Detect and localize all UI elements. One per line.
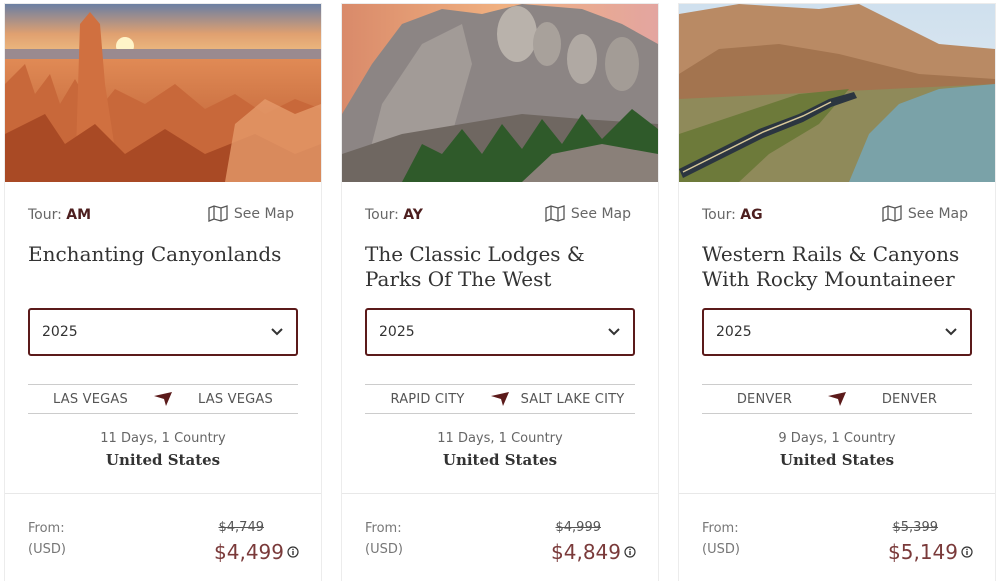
current-price: $4,849 [551,540,636,564]
trip-country: United States [779,451,895,469]
currency-label: (USD) [365,542,403,557]
current-price: $4,499 [214,540,299,564]
year-select-value: 2025 [379,324,415,340]
see-map-label: See Map [570,205,631,222]
see-map-label: See Map [233,205,294,222]
year-select-value: 2025 [42,324,78,340]
price-value: $4,849 [551,540,621,564]
year-select[interactable]: 2025 [28,308,298,356]
currency-label: (USD) [702,542,740,557]
old-price: $4,999 [555,520,602,535]
divider [342,493,658,494]
tour-card-ay[interactable]: Tour: AY See Map The Classic Lodges & Pa… [341,3,659,581]
currency-label: (USD) [28,542,66,557]
route-bar: DENVER DENVER [702,384,972,414]
tour-card-am[interactable]: Tour: AM See Map Enchanting Canyonlands … [4,3,322,581]
from-label: From: [702,521,739,536]
end-city: DENVER [881,391,938,407]
price-value: $4,499 [214,540,284,564]
map-icon [882,205,902,222]
divider [5,493,321,494]
tour-code: AM [66,207,92,223]
tour-title[interactable]: Enchanting Canyonlands [28,242,303,267]
chevron-down-icon [945,328,957,336]
trip-country: United States [442,451,558,469]
see-map-link[interactable]: See Map [545,205,631,222]
end-city: SALT LAKE CITY [520,391,625,407]
start-city: RAPID CITY [390,391,465,407]
route-bar: LAS VEGAS LAS VEGAS [28,384,298,414]
trip-duration: 9 Days, 1 Country [778,431,896,446]
trip-duration: 11 Days, 1 Country [437,431,563,446]
chevron-down-icon [271,328,283,336]
trip-duration: 11 Days, 1 Country [100,431,226,446]
map-icon [545,205,565,222]
plane-arrow-icon [828,392,846,406]
year-select[interactable]: 2025 [702,308,972,356]
see-map-label: See Map [907,205,968,222]
map-icon [208,205,228,222]
tour-title[interactable]: Western Rails & Canyons With Rocky Mount… [702,242,977,292]
tour-prefix: Tour: [365,207,404,223]
tour-code-line: Tour: AG [702,207,763,223]
tour-code-line: Tour: AM [28,207,91,223]
tour-photo-rushmore[interactable] [342,4,658,182]
tour-photo-canyonlands[interactable] [5,4,321,182]
start-city: LAS VEGAS [53,391,128,407]
see-map-link[interactable]: See Map [208,205,294,222]
year-select-value: 2025 [716,324,752,340]
tour-title[interactable]: The Classic Lodges & Parks Of The West [365,242,640,292]
tour-prefix: Tour: [28,207,67,223]
from-label: From: [365,521,402,536]
info-icon[interactable] [624,546,636,558]
from-label: From: [28,521,65,536]
chevron-down-icon [608,328,620,336]
tour-code: AG [740,207,763,223]
price-value: $5,149 [888,540,958,564]
tour-card-ag[interactable]: Tour: AG See Map Western Rails & Canyons… [678,3,996,581]
trip-country: United States [105,451,221,469]
year-select[interactable]: 2025 [365,308,635,356]
old-price: $4,749 [218,520,265,535]
divider [679,493,995,494]
old-price: $5,399 [892,520,939,535]
start-city: DENVER [736,391,793,407]
tour-photo-rails[interactable] [679,4,995,182]
tour-code: AY [403,207,423,223]
info-icon[interactable] [961,546,973,558]
info-icon[interactable] [287,546,299,558]
end-city: LAS VEGAS [198,391,273,407]
route-bar: RAPID CITY SALT LAKE CITY [365,384,635,414]
tour-code-line: Tour: AY [365,207,423,223]
see-map-link[interactable]: See Map [882,205,968,222]
plane-arrow-icon [491,392,509,406]
current-price: $5,149 [888,540,973,564]
plane-arrow-icon [154,392,172,406]
tour-prefix: Tour: [702,207,741,223]
